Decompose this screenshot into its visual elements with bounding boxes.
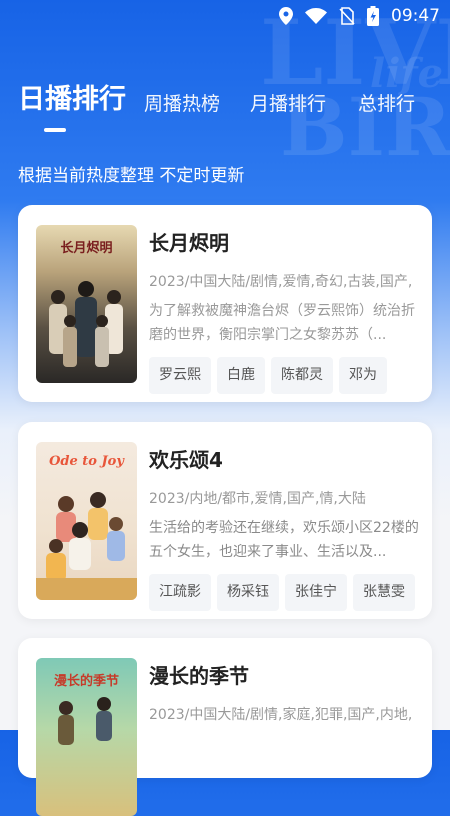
cast-tags: 罗云熙 白鹿 陈都灵 邓为 bbox=[149, 357, 422, 394]
cast-tag[interactable]: 邓为 bbox=[339, 357, 387, 394]
location-icon bbox=[279, 7, 293, 25]
show-description: 为了解救被魔神澹台烬（罗云熙饰）统治折磨的世界，衡阳宗掌门之女黎苏苏（... bbox=[149, 303, 415, 343]
show-title[interactable]: 漫长的季节 bbox=[149, 660, 422, 689]
show-poster[interactable]: 长月烬明 bbox=[36, 225, 137, 383]
show-card[interactable]: 长月烬明 长月烬明 2023/中国大陆/剧情,爱情,奇幻,古装,国产, 为了解救… bbox=[18, 205, 432, 402]
cast-tag[interactable]: 杨采钰 bbox=[217, 574, 279, 611]
show-card[interactable]: Ode to Joy 欢乐颂4 2023/内地/都市,爱情,国产,情,大陆 生活… bbox=[18, 422, 432, 619]
cast-tag[interactable]: 江疏影 bbox=[149, 574, 211, 611]
cast-tags: 江疏影 杨采钰 张佳宁 张慧雯 bbox=[149, 574, 422, 611]
show-title[interactable]: 欢乐颂4 bbox=[149, 444, 422, 473]
cast-tag[interactable]: 白鹿 bbox=[217, 357, 265, 394]
show-poster[interactable]: 漫长的季节 bbox=[36, 658, 137, 816]
cast-tag[interactable]: 罗云熙 bbox=[149, 357, 211, 394]
active-tab-indicator bbox=[44, 128, 66, 132]
tab-daily[interactable]: 日播排行 bbox=[18, 77, 126, 116]
no-sim-icon bbox=[339, 7, 355, 25]
show-genre: 2023/中国大陆/剧情,家庭,犯罪,国产,内地, bbox=[149, 707, 413, 723]
wifi-icon bbox=[305, 8, 327, 24]
show-title[interactable]: 长月烬明 bbox=[149, 227, 422, 256]
show-genre: 2023/内地/都市,爱情,国产,情,大陆 bbox=[149, 491, 366, 507]
page-subtitle: 根据当前热度整理 不定时更新 bbox=[18, 166, 245, 186]
tab-total[interactable]: 总排行 bbox=[358, 89, 415, 116]
show-card[interactable]: 漫长的季节 漫长的季节 2023/中国大陆/剧情,家庭,犯罪,国产,内地, bbox=[18, 638, 432, 816]
cast-tag[interactable]: 陈都灵 bbox=[271, 357, 333, 394]
battery-charging-icon bbox=[367, 6, 379, 26]
show-description: 生活给的考验还在继续，欢乐颂小区22楼的五个女生，也迎来了事业、生活以及... bbox=[149, 520, 419, 560]
cast-tag[interactable]: 张慧雯 bbox=[353, 574, 415, 611]
tab-weekly[interactable]: 周播热榜 bbox=[144, 89, 220, 116]
show-poster[interactable]: Ode to Joy bbox=[36, 442, 137, 600]
status-bar: 09:47 bbox=[0, 0, 450, 34]
status-time: 09:47 bbox=[391, 6, 440, 26]
tab-monthly[interactable]: 月播排行 bbox=[250, 89, 326, 116]
ranking-tabs: 日播排行 周播热榜 月播排行 总排行 bbox=[18, 84, 438, 134]
show-genre: 2023/中国大陆/剧情,爱情,奇幻,古装,国产, bbox=[149, 274, 413, 290]
cast-tag[interactable]: 张佳宁 bbox=[285, 574, 347, 611]
